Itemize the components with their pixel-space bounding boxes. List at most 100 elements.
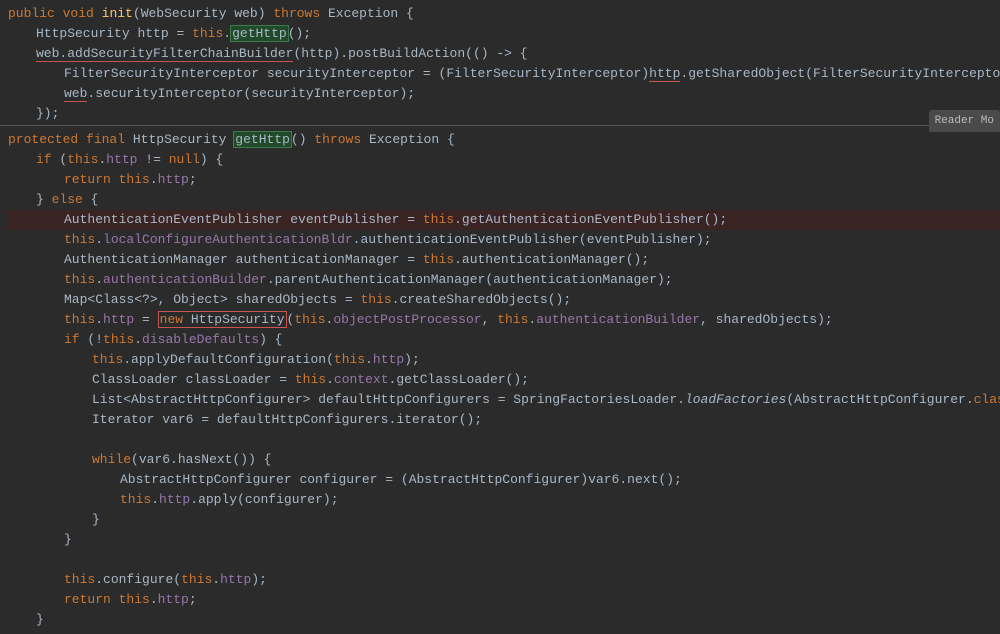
arg: securityInterceptor — [251, 86, 399, 101]
field: http — [220, 572, 251, 587]
code-line[interactable]: web.addSecurityFilterChainBuilder(http).… — [8, 44, 1000, 64]
var: defaultHttpConfigurers — [318, 392, 490, 407]
code-line[interactable]: } — [8, 610, 1000, 630]
keyword: this — [120, 492, 151, 507]
method-call: getSharedObject — [688, 66, 805, 81]
var: web — [36, 46, 59, 61]
blank-line — [8, 430, 1000, 450]
code-line[interactable]: FilterSecurityInterceptor securityInterc… — [8, 64, 1000, 84]
arg: http — [301, 46, 332, 61]
field: localConfigureAuthenticationBldr — [103, 232, 353, 247]
field: context — [334, 372, 389, 387]
type: Exception — [328, 6, 398, 21]
code-line[interactable]: AuthenticationManager authenticationMana… — [8, 250, 1000, 270]
code-line[interactable]: ClassLoader classLoader = this.context.g… — [8, 370, 1000, 390]
highlight-getHttp: getHttp — [234, 132, 291, 147]
code-line[interactable]: this.configure(this.http); — [8, 570, 1000, 590]
arg: eventPublisher — [587, 232, 696, 247]
var: defaultHttpConfigurers — [217, 412, 389, 427]
var: eventPublisher — [290, 212, 399, 227]
keyword: this — [67, 152, 98, 167]
method-call: authenticationManager — [462, 252, 626, 267]
code-line[interactable]: } else { — [8, 190, 1000, 210]
keyword: this — [64, 572, 95, 587]
var: sharedObjects — [236, 292, 337, 307]
keyword: null — [169, 152, 200, 167]
code-line[interactable]: Map<Class<?>, Object> sharedObjects = th… — [8, 290, 1000, 310]
keyword: while — [92, 452, 131, 467]
field: objectPostProcessor — [333, 312, 481, 327]
code-line[interactable]: this.localConfigureAuthenticationBldr.au… — [8, 230, 1000, 250]
type: AuthenticationEventPublisher — [64, 212, 282, 227]
editor-pane-top[interactable]: public void init(WebSecurity web) throws… — [0, 0, 1000, 126]
code-line[interactable]: HttpSecurity http = this.getHttp(); — [8, 24, 1000, 44]
code-line[interactable]: Iterator var6 = defaultHttpConfigurers.i… — [8, 410, 1000, 430]
type: WebSecurity — [141, 6, 227, 21]
keyword: this — [295, 372, 326, 387]
keyword: this — [119, 592, 150, 607]
code-line[interactable]: AbstractHttpConfigurer configurer = (Abs… — [8, 470, 1000, 490]
var-underlined: http — [649, 66, 680, 82]
code-line[interactable]: }); — [8, 104, 1000, 124]
type: FilterSecurityInterceptor — [446, 66, 641, 81]
type: FilterSecurityInterceptor — [64, 66, 259, 81]
editor-pane-bottom[interactable]: Reader Mo protected final HttpSecurity g… — [0, 126, 1000, 634]
method-name: init — [102, 6, 133, 21]
field: http — [158, 172, 189, 187]
method-call: getAuthenticationEventPublisher — [462, 212, 704, 227]
code-line[interactable]: this.http.apply(configurer); — [8, 490, 1000, 510]
type: AbstractHttpConfigurer — [120, 472, 292, 487]
keyword: this — [64, 232, 95, 247]
keyword: else — [52, 192, 83, 207]
type: FilterSecurityInterceptor — [813, 66, 1000, 81]
type: AbstractHttpConfigurer — [794, 392, 966, 407]
code-line[interactable]: return this.http; — [8, 170, 1000, 190]
keyword: this — [192, 26, 223, 41]
keyword: this — [497, 312, 528, 327]
keyword: throws — [273, 6, 320, 21]
var: var6 — [588, 472, 619, 487]
keyword: this — [360, 292, 391, 307]
code-line[interactable]: protected final HttpSecurity getHttp() t… — [8, 130, 1000, 150]
param: web — [234, 6, 257, 21]
field: authenticationBuilder — [536, 312, 700, 327]
field: disableDefaults — [142, 332, 259, 347]
keyword: throws — [314, 132, 361, 147]
type: Iterator — [92, 412, 154, 427]
code-line[interactable]: return this.http; — [8, 590, 1000, 610]
type: Map<Class<?>, Object> — [64, 292, 228, 307]
keyword: class — [974, 392, 1000, 407]
code-line-highlighted[interactable]: AuthenticationEventPublisher eventPublis… — [8, 210, 1000, 230]
keyword: return — [64, 172, 111, 187]
field: http — [373, 352, 404, 367]
keyword: this — [334, 352, 365, 367]
code-line[interactable]: this.applyDefaultConfiguration(this.http… — [8, 350, 1000, 370]
blank-line — [8, 550, 1000, 570]
code-line[interactable]: public void init(WebSecurity web) throws… — [8, 4, 1000, 24]
type: ClassLoader — [92, 372, 178, 387]
code-line[interactable]: while(var6.hasNext()) { — [8, 450, 1000, 470]
code-line[interactable]: web.securityInterceptor(securityIntercep… — [8, 84, 1000, 104]
type: AbstractHttpConfigurer — [409, 472, 581, 487]
field: http — [103, 312, 134, 327]
var: var6 — [139, 452, 170, 467]
var: var6 — [162, 412, 193, 427]
method-call: createSharedObjects — [400, 292, 548, 307]
reader-mode-badge[interactable]: Reader Mo — [929, 110, 1000, 132]
code-line[interactable]: if (!this.disableDefaults) { — [8, 330, 1000, 350]
keyword: if — [64, 332, 80, 347]
code-line[interactable]: } — [8, 510, 1000, 530]
keyword: this — [423, 252, 454, 267]
code-line[interactable]: List<AbstractHttpConfigurer> defaultHttp… — [8, 390, 1000, 410]
keyword: this — [423, 212, 454, 227]
code-line[interactable]: } — [8, 530, 1000, 550]
type: Exception — [369, 132, 439, 147]
keyword: protected — [8, 132, 78, 147]
method-call: securityInterceptor — [95, 86, 243, 101]
var: http — [137, 26, 168, 41]
code-line[interactable]: this.authenticationBuilder.parentAuthent… — [8, 270, 1000, 290]
code-line[interactable]: this.http = new HttpSecurity(this.object… — [8, 310, 1000, 330]
code-line[interactable]: if (this.http != null) { — [8, 150, 1000, 170]
field: http — [106, 152, 137, 167]
var: classLoader — [186, 372, 272, 387]
